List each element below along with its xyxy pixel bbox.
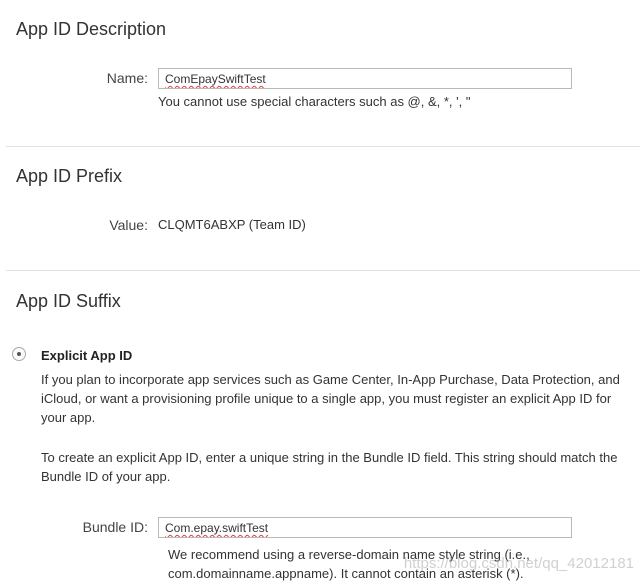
section-title-description: App ID Description	[16, 19, 167, 39]
explicit-description-1: If you plan to incorporate app services …	[41, 372, 620, 425]
explicit-description-2: To create an explicit App ID, enter a un…	[41, 450, 618, 484]
name-input[interactable]: ComEpaySwiftTest	[158, 68, 572, 89]
radio-selected-dot	[17, 352, 21, 356]
name-label: Name:	[106, 70, 148, 86]
explicit-app-id-label[interactable]: Explicit App ID	[41, 347, 132, 365]
value-label: Value:	[109, 217, 148, 233]
section-title-prefix: App ID Prefix	[16, 166, 123, 186]
section-divider	[6, 146, 640, 147]
bundle-id-input[interactable]: Com.epay.swiftTest	[158, 517, 572, 538]
bundle-id-label: Bundle ID:	[82, 519, 148, 535]
explicit-app-id-radio[interactable]	[12, 347, 26, 361]
watermark-text: https://blog.csdn.net/qq_42012181	[403, 555, 634, 572]
section-divider	[6, 270, 640, 271]
bundle-id-input-value: Com.epay.swiftTest	[165, 521, 269, 535]
name-input-value: ComEpaySwiftTest	[165, 72, 266, 86]
section-title-suffix: App ID Suffix	[16, 291, 121, 311]
prefix-value: CLQMT6ABXP (Team ID)	[158, 217, 306, 232]
name-help-text: You cannot use special characters such a…	[158, 94, 471, 109]
